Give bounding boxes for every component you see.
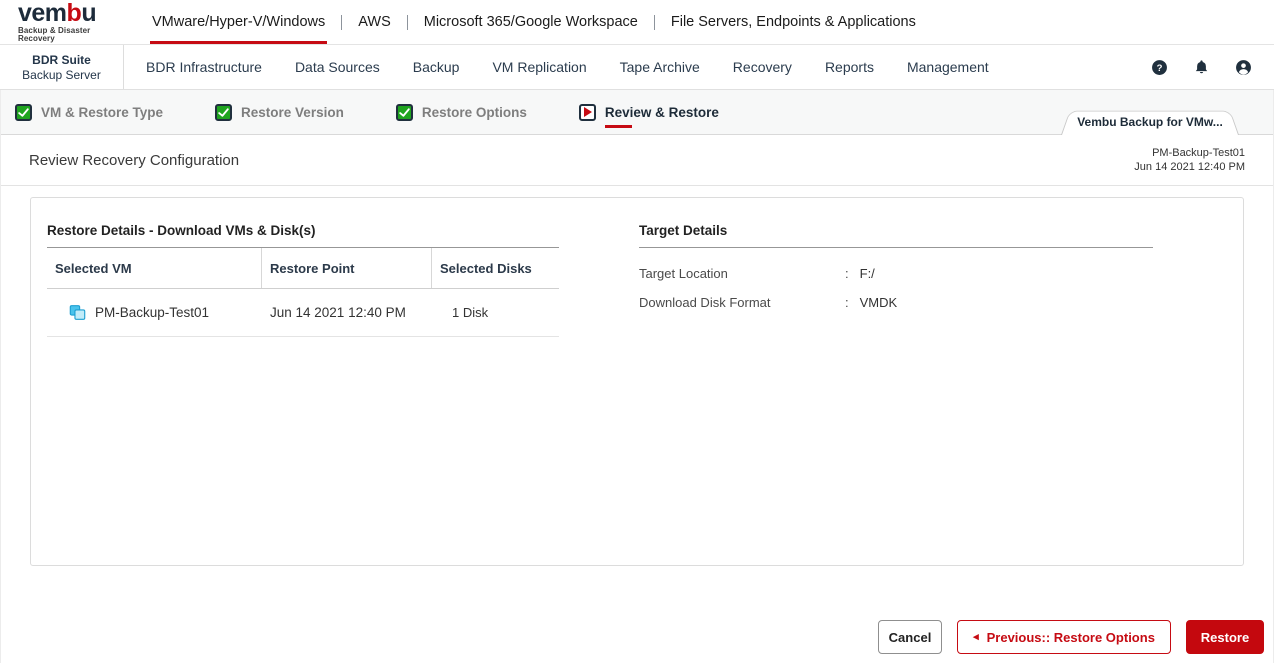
step-restore-version[interactable]: Restore Version xyxy=(215,103,344,121)
vembu-logo-tagline: Backup & Disaster Recovery xyxy=(18,26,91,43)
wizard-steps-bar: VM & Restore Type Restore Version Restor… xyxy=(1,90,1273,135)
product-tab-fileservers[interactable]: File Servers, Endpoints & Applications xyxy=(669,0,918,44)
backup-server-label: Backup Server xyxy=(22,67,101,82)
vembu-logo[interactable]: vembu Backup & Disaster Recovery xyxy=(18,1,126,43)
help-icon[interactable]: ? xyxy=(1151,59,1168,76)
vm-icon xyxy=(69,305,86,320)
server-nav: BDR Infrastructure Data Sources Backup V… xyxy=(146,59,989,75)
step-review-restore[interactable]: Review & Restore xyxy=(578,103,719,128)
step-label: Restore Options xyxy=(421,104,527,120)
page-title: Review Recovery Configuration xyxy=(29,151,240,169)
main-region: VM & Restore Type Restore Version Restor… xyxy=(0,90,1274,663)
download-disk-format-row: Download Disk Format : VMDK xyxy=(639,295,1153,310)
svg-text:?: ? xyxy=(1157,63,1163,74)
nav-item-management[interactable]: Management xyxy=(907,59,989,75)
context-tab-vembu-backup[interactable]: Vembu Backup for VMw... xyxy=(1061,108,1239,135)
column-selected-vm: Selected VM xyxy=(47,248,262,288)
nav-item-reports[interactable]: Reports xyxy=(825,59,874,75)
nav-item-recovery[interactable]: Recovery xyxy=(733,59,792,75)
product-tab-m365[interactable]: Microsoft 365/Google Workspace xyxy=(422,0,640,44)
account-icon[interactable] xyxy=(1235,59,1252,76)
step-restore-options[interactable]: Restore Options xyxy=(395,103,527,121)
nav-item-backup[interactable]: Backup xyxy=(413,59,460,75)
context-tab-label: Vembu Backup for VMw... xyxy=(1077,114,1223,129)
step-label: Restore Version xyxy=(241,104,344,120)
nav-item-tape-archive[interactable]: Tape Archive xyxy=(620,59,700,75)
table-row[interactable]: PM-Backup-Test01 Jun 14 2021 12:40 PM 1 … xyxy=(47,289,559,337)
product-tab-aws[interactable]: AWS xyxy=(356,0,393,44)
column-restore-point: Restore Point xyxy=(262,248,432,288)
separator-colon: : xyxy=(845,266,849,281)
product-tab-vmware[interactable]: VMware/Hyper-V/Windows xyxy=(150,0,328,44)
backup-name: PM-Backup-Test01 xyxy=(1152,147,1245,159)
top-product-bar: vembu Backup & Disaster Recovery VMware/… xyxy=(0,0,1274,45)
product-nav: VMware/Hyper-V/Windows AWS Microsoft 365… xyxy=(150,0,918,44)
header-icons: ? xyxy=(1151,59,1274,76)
nav-item-vm-replication[interactable]: VM Replication xyxy=(492,59,586,75)
restore-point-cell: Jun 14 2021 12:40 PM xyxy=(270,305,406,320)
target-location-row: Target Location : F:/ xyxy=(639,266,1153,281)
step-current-play-icon xyxy=(578,103,596,121)
vembu-logo-word: vembu xyxy=(18,0,97,27)
step-complete-checkbox-icon xyxy=(395,103,413,121)
vm-name-cell: PM-Backup-Test01 xyxy=(47,304,262,321)
download-disk-format-value: VMDK xyxy=(859,295,898,310)
nav-item-data-sources[interactable]: Data Sources xyxy=(295,59,380,75)
target-details-section: Target Details Target Location : F:/ Dow… xyxy=(639,223,1153,565)
column-selected-disks: Selected Disks xyxy=(440,261,532,276)
download-disk-format-label: Download Disk Format xyxy=(639,295,771,310)
review-card: Restore Details - Download VMs & Disk(s)… xyxy=(30,197,1244,566)
backup-timestamp: Jun 14 2021 12:40 PM xyxy=(1134,161,1245,173)
server-nav-bar: BDR Suite Backup Server BDR Infrastructu… xyxy=(0,45,1274,90)
nav-item-bdr-infrastructure[interactable]: BDR Infrastructure xyxy=(146,59,262,75)
vm-name: PM-Backup-Test01 xyxy=(95,305,210,320)
backup-meta: PM-Backup-Test01 Jun 14 2021 12:40 PM xyxy=(1134,146,1245,174)
previous-arrow-icon: ◂ xyxy=(973,630,979,643)
target-details-list: Target Location : F:/ Download Disk Form… xyxy=(639,266,1153,310)
nav-separator xyxy=(653,14,655,30)
target-location-label: Target Location xyxy=(639,266,728,281)
previous-button[interactable]: ◂ Previous:: Restore Options xyxy=(957,620,1171,654)
footer-actions: Cancel ◂ Previous:: Restore Options Rest… xyxy=(1,620,1273,654)
nav-separator xyxy=(341,14,343,30)
step-complete-checkbox-icon xyxy=(15,103,32,121)
bdr-suite-label: BDR Suite xyxy=(32,52,91,67)
step-complete-checkbox-icon xyxy=(215,103,233,121)
table-header-row: Selected VM Restore Point Selected Disks xyxy=(47,248,559,289)
notifications-icon[interactable] xyxy=(1193,59,1210,76)
previous-button-label: Previous:: Restore Options xyxy=(986,629,1155,645)
cancel-button[interactable]: Cancel xyxy=(878,620,942,654)
restore-details-table: Selected VM Restore Point Selected Disks… xyxy=(47,248,559,337)
bdr-suite-badge[interactable]: BDR Suite Backup Server xyxy=(0,45,124,89)
page-header: Review Recovery Configuration PM-Backup-… xyxy=(1,135,1273,186)
step-label: Review & Restore xyxy=(604,104,719,128)
restore-details-title: Restore Details - Download VMs & Disk(s) xyxy=(47,223,559,248)
nav-separator xyxy=(406,14,408,30)
step-vm-restore-type[interactable]: VM & Restore Type xyxy=(15,103,164,121)
step-label: VM & Restore Type xyxy=(41,104,164,120)
target-location-value: F:/ xyxy=(859,266,875,281)
target-details-title: Target Details xyxy=(639,223,1153,248)
separator-colon: : xyxy=(845,295,849,310)
selected-disks-cell: 1 Disk xyxy=(452,305,489,320)
restore-button[interactable]: Restore xyxy=(1186,620,1264,654)
restore-details-section: Restore Details - Download VMs & Disk(s)… xyxy=(47,223,559,565)
